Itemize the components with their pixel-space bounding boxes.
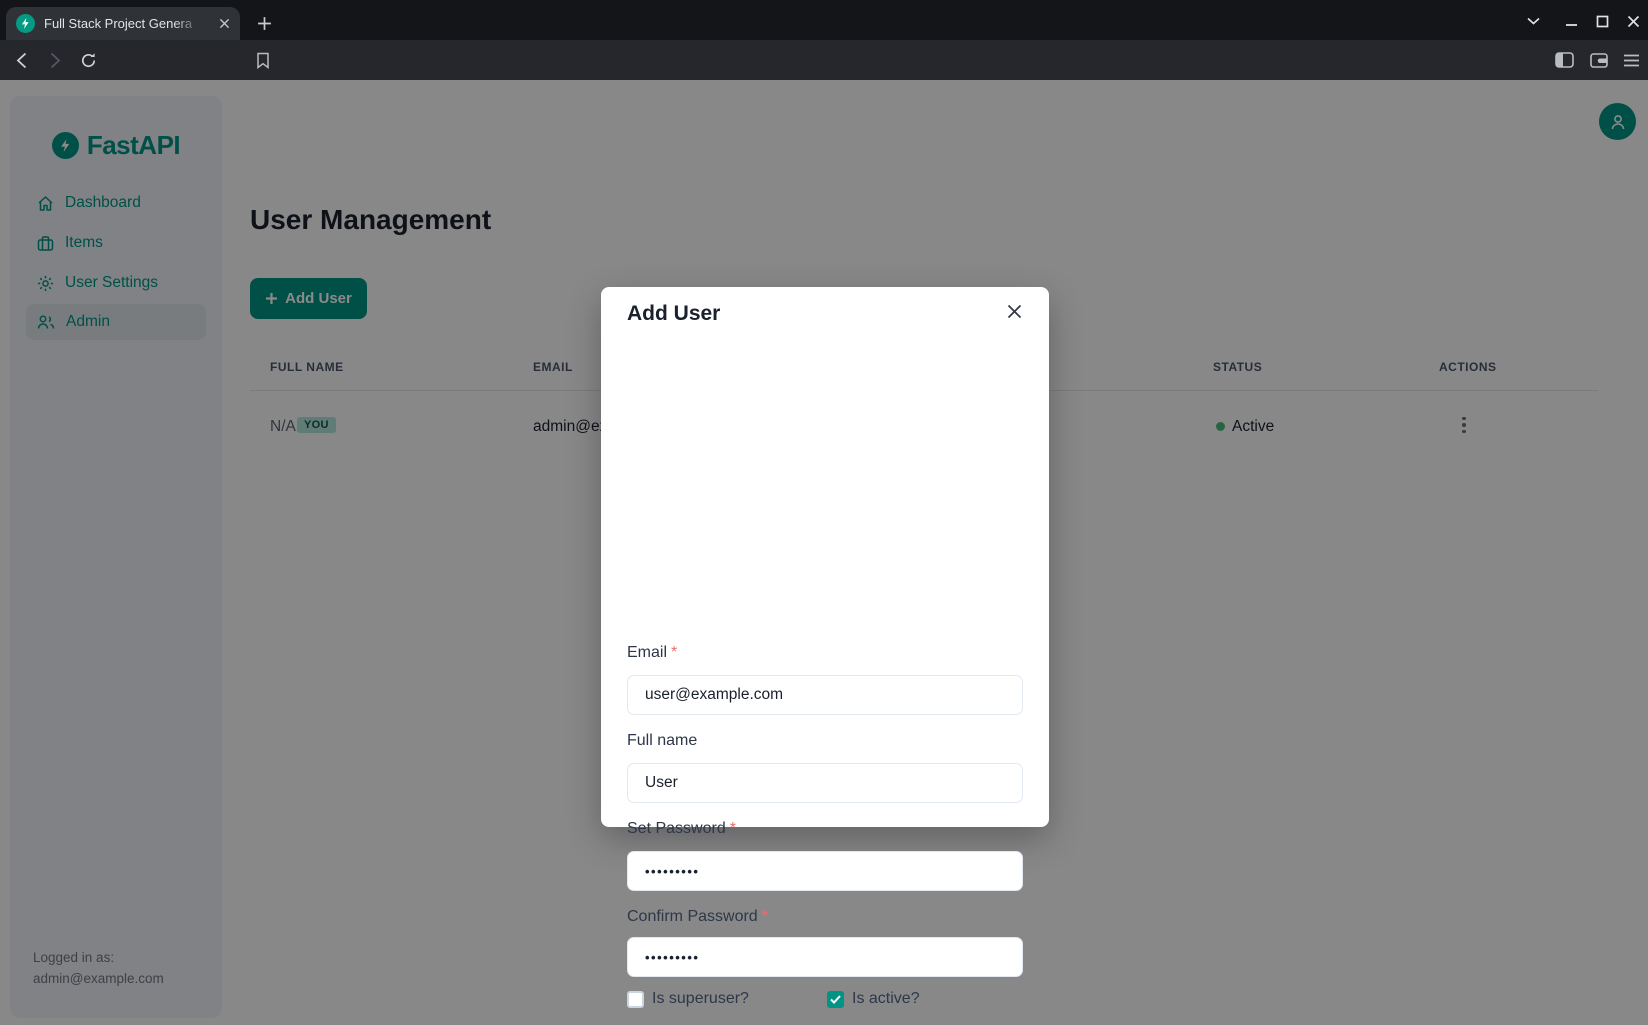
tab-close-icon[interactable] (219, 18, 230, 29)
modal-title: Add User (627, 302, 720, 326)
email-field[interactable] (627, 675, 1023, 715)
window-close-button[interactable] (1620, 10, 1646, 32)
browser-tab[interactable]: Full Stack Project Genera (6, 7, 240, 40)
is-superuser-option: Is superuser? (627, 990, 749, 1008)
tab-strip: Full Stack Project Genera (0, 0, 1648, 40)
is-superuser-label: Is superuser? (652, 990, 749, 1008)
modal-close-button[interactable] (999, 296, 1029, 326)
set-password-label: Set Password* (627, 820, 736, 838)
required-asterisk: * (730, 820, 736, 837)
email-label: Email* (627, 644, 677, 662)
browser-toolbar: i localhost/admin (0, 40, 1648, 80)
forward-button[interactable] (43, 49, 67, 71)
sidebar-toggle-icon[interactable] (1552, 49, 1576, 71)
wallet-icon[interactable] (1587, 49, 1611, 71)
check-icon (830, 995, 841, 1004)
window-minimize-button[interactable] (1558, 10, 1584, 32)
tab-search-chevron-icon[interactable] (1520, 10, 1546, 32)
required-asterisk: * (762, 908, 768, 925)
close-icon (1007, 304, 1022, 319)
bookmark-icon[interactable] (251, 49, 275, 71)
fastapi-favicon-icon (16, 14, 35, 33)
fullname-label: Full name (627, 732, 697, 750)
confirm-password-field[interactable] (627, 937, 1023, 977)
reload-button[interactable] (76, 49, 100, 71)
required-asterisk: * (671, 644, 677, 661)
tab-title: Full Stack Project Genera (44, 16, 202, 31)
fullname-field[interactable] (627, 763, 1023, 803)
back-button[interactable] (9, 49, 33, 71)
new-tab-button[interactable] (252, 11, 276, 35)
is-superuser-checkbox[interactable] (627, 991, 644, 1008)
add-user-modal: Add User Email* Full name Set Password* … (601, 287, 1049, 827)
menu-hamburger-icon[interactable] (1619, 49, 1643, 71)
is-active-option: Is active? (827, 990, 920, 1008)
set-password-field[interactable] (627, 851, 1023, 891)
window-maximize-button[interactable] (1589, 10, 1615, 32)
is-active-checkbox[interactable] (827, 991, 844, 1008)
confirm-password-label: Confirm Password* (627, 908, 768, 926)
is-active-label: Is active? (852, 990, 920, 1008)
